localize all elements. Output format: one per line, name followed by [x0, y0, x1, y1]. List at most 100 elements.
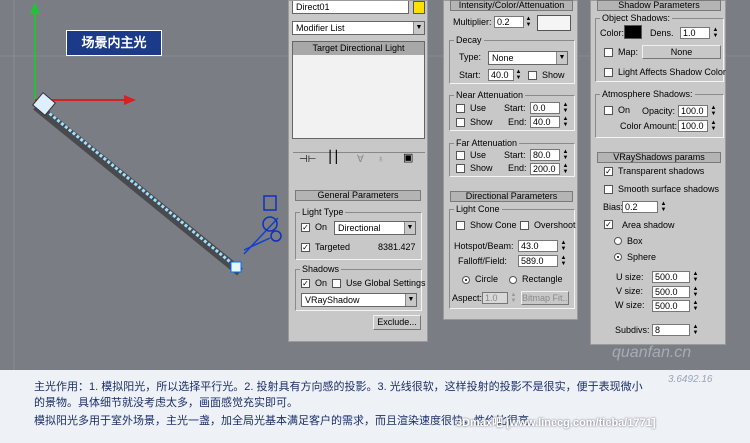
exclude-button[interactable]: Exclude... [373, 315, 421, 330]
near-end-spinner[interactable]: ▲ ▼ [562, 116, 569, 128]
shadow-color-label: Color: [600, 28, 625, 38]
decay-start-spinner[interactable]: ▲ ▼ [515, 69, 522, 81]
bitmap-fit-button[interactable]: Bitmap Fit... [521, 291, 570, 305]
shadows-group: Shadows ✓ On Use Global Settings VRaySha… [295, 264, 426, 311]
far-end-input[interactable]: 200.0 [530, 163, 560, 175]
box-radio[interactable] [614, 237, 622, 245]
light-color-swatch[interactable] [537, 15, 571, 31]
camera-icon[interactable] [263, 195, 277, 211]
overshoot-checkbox[interactable] [520, 221, 529, 230]
show-cone-checkbox[interactable] [456, 221, 465, 230]
use-global-checkbox[interactable] [332, 279, 341, 288]
aspect-spinner[interactable]: ▲ ▼ [510, 292, 517, 304]
circle-radio[interactable] [462, 276, 470, 284]
light-type-value: Directional [338, 223, 381, 233]
pin-stack-icon[interactable]: ⊣⊢ [299, 154, 316, 165]
area-shadow-checkbox[interactable]: ✓ [604, 220, 613, 229]
watermark-site: quanfan.cn [612, 344, 692, 361]
near-start-input[interactable]: 0.0 [530, 102, 560, 114]
near-show-checkbox[interactable] [456, 118, 465, 127]
subdivs-input[interactable]: 8 [652, 324, 690, 336]
hotspot-spinner[interactable]: ▲ ▼ [560, 240, 567, 252]
falloff-spinner[interactable]: ▲ ▼ [560, 255, 567, 267]
shadow-panel: Shadow Parameters Object Shadows: Color:… [590, 0, 726, 345]
chevron-down-icon: ▼ [404, 222, 415, 234]
near-start-spinner[interactable]: ▲ ▼ [562, 102, 569, 114]
modifier-list-dropdown[interactable]: Modifier List ▼ [292, 21, 425, 35]
density-input[interactable]: 1.0 [680, 27, 710, 39]
directional-parameters-rollout[interactable]: Directional Parameters [450, 191, 573, 202]
footer-watermark[interactable]: 3Dmax吧 [www.linecg.com/tieba/1771] [456, 414, 656, 430]
decay-type-dropdown[interactable]: None ▼ [488, 51, 568, 65]
shadows-on-checkbox[interactable]: ✓ [301, 279, 310, 288]
light-type-label: Light Type [300, 207, 346, 217]
multiplier-spinner[interactable]: ▲ ▼ [525, 16, 532, 28]
atmosphere-on-label: On [618, 105, 631, 115]
targeted-label: Targeted [315, 242, 351, 252]
smooth-surface-checkbox[interactable] [604, 185, 613, 194]
bias-input[interactable]: 0.2 [622, 201, 658, 213]
far-use-checkbox[interactable] [456, 151, 465, 160]
near-attenuation-group: Near Attenuation Use Start: 0.0 ▲ ▼ Show … [449, 90, 575, 131]
bias-spinner[interactable]: ▲ ▼ [660, 201, 667, 213]
aspect-input[interactable]: 1.0 [482, 292, 508, 304]
color-amount-spinner[interactable]: ▲ ▼ [710, 120, 717, 132]
configure-sets-icon[interactable]: ▣ [403, 153, 413, 164]
targeted-checkbox[interactable]: ✓ [301, 243, 310, 252]
u-size-input[interactable]: 500.0 [652, 271, 690, 283]
shadow-parameters-rollout[interactable]: Shadow Parameters [597, 0, 721, 11]
light-affects-checkbox[interactable] [604, 68, 613, 77]
light-type-dropdown[interactable]: Directional ▼ [334, 221, 416, 235]
shadow-type-value: VRayShadow [305, 295, 360, 305]
far-show-checkbox[interactable] [456, 164, 465, 173]
opacity-spinner[interactable]: ▲ ▼ [710, 105, 717, 117]
far-end-spinner[interactable]: ▲ ▼ [562, 163, 569, 175]
light-shaft [33, 102, 243, 276]
subdivs-spinner[interactable]: ▲ ▼ [692, 324, 699, 336]
shadow-color-swatch[interactable] [624, 25, 642, 39]
sphere-radio[interactable] [614, 253, 622, 261]
show-end-result-icon[interactable]: ⎮⎮ [327, 151, 340, 163]
far-start-spinner[interactable]: ▲ ▼ [562, 149, 569, 161]
decay-show-checkbox[interactable] [528, 71, 537, 80]
object-color-swatch[interactable] [413, 1, 425, 14]
helper-line [243, 217, 279, 255]
color-amount-input[interactable]: 100.0 [678, 120, 708, 132]
map-checkbox[interactable] [604, 48, 613, 57]
shadows-label: Shadows [300, 264, 342, 274]
density-spinner[interactable]: ▲ ▼ [712, 27, 719, 39]
w-size-spinner[interactable]: ▲ ▼ [692, 300, 699, 312]
multiplier-input[interactable]: 0.2 [494, 16, 524, 28]
opacity-input[interactable]: 100.0 [678, 105, 708, 117]
light-target-icon[interactable] [230, 261, 242, 273]
v-size-spinner[interactable]: ▲ ▼ [692, 286, 699, 298]
far-start-input[interactable]: 80.0 [530, 149, 560, 161]
stack-item[interactable]: Target Directional Light [293, 42, 424, 55]
near-end-input[interactable]: 40.0 [530, 116, 560, 128]
object-name-field[interactable]: Direct01 [292, 1, 409, 14]
hotspot-input[interactable]: 43.0 [518, 240, 558, 252]
falloff-input[interactable]: 589.0 [518, 255, 558, 267]
v-size-input[interactable]: 500.0 [652, 286, 690, 298]
u-size-spinner[interactable]: ▲ ▼ [692, 271, 699, 283]
light-on-checkbox[interactable]: ✓ [301, 223, 310, 232]
viewport-3d[interactable]: 场景内主光 Direct01 Modifier List ▼ Target Dir… [0, 0, 750, 370]
shadow-map-button[interactable]: None [642, 45, 721, 59]
w-size-label: W size: [615, 300, 645, 310]
vray-shadows-rollout[interactable]: VRayShadows params [597, 152, 721, 163]
sphere-label: Sphere [627, 252, 657, 262]
remove-modifier-icon[interactable]: ♁ [377, 154, 385, 165]
bias-label: Bias: [603, 202, 624, 212]
transparent-shadows-checkbox[interactable]: ✓ [604, 167, 613, 176]
w-size-input[interactable]: 500.0 [652, 300, 690, 312]
intensity-rollout[interactable]: Intensity/Color/Attenuation [450, 0, 573, 11]
decay-start-input[interactable]: 40.0 [488, 69, 514, 81]
atmosphere-on-checkbox[interactable] [604, 106, 613, 115]
rectangle-radio[interactable] [509, 276, 517, 284]
general-parameters-rollout[interactable]: General Parameters [295, 190, 421, 201]
far-attenuation-group: Far Attenuation Use Start: 80.0 ▲ ▼ Show … [449, 138, 575, 177]
make-unique-icon[interactable]: ∀ [357, 154, 364, 165]
near-use-checkbox[interactable] [456, 104, 465, 113]
shadow-type-dropdown[interactable]: VRayShadow ▼ [301, 293, 417, 307]
modifier-stack[interactable]: Target Directional Light [292, 41, 425, 139]
